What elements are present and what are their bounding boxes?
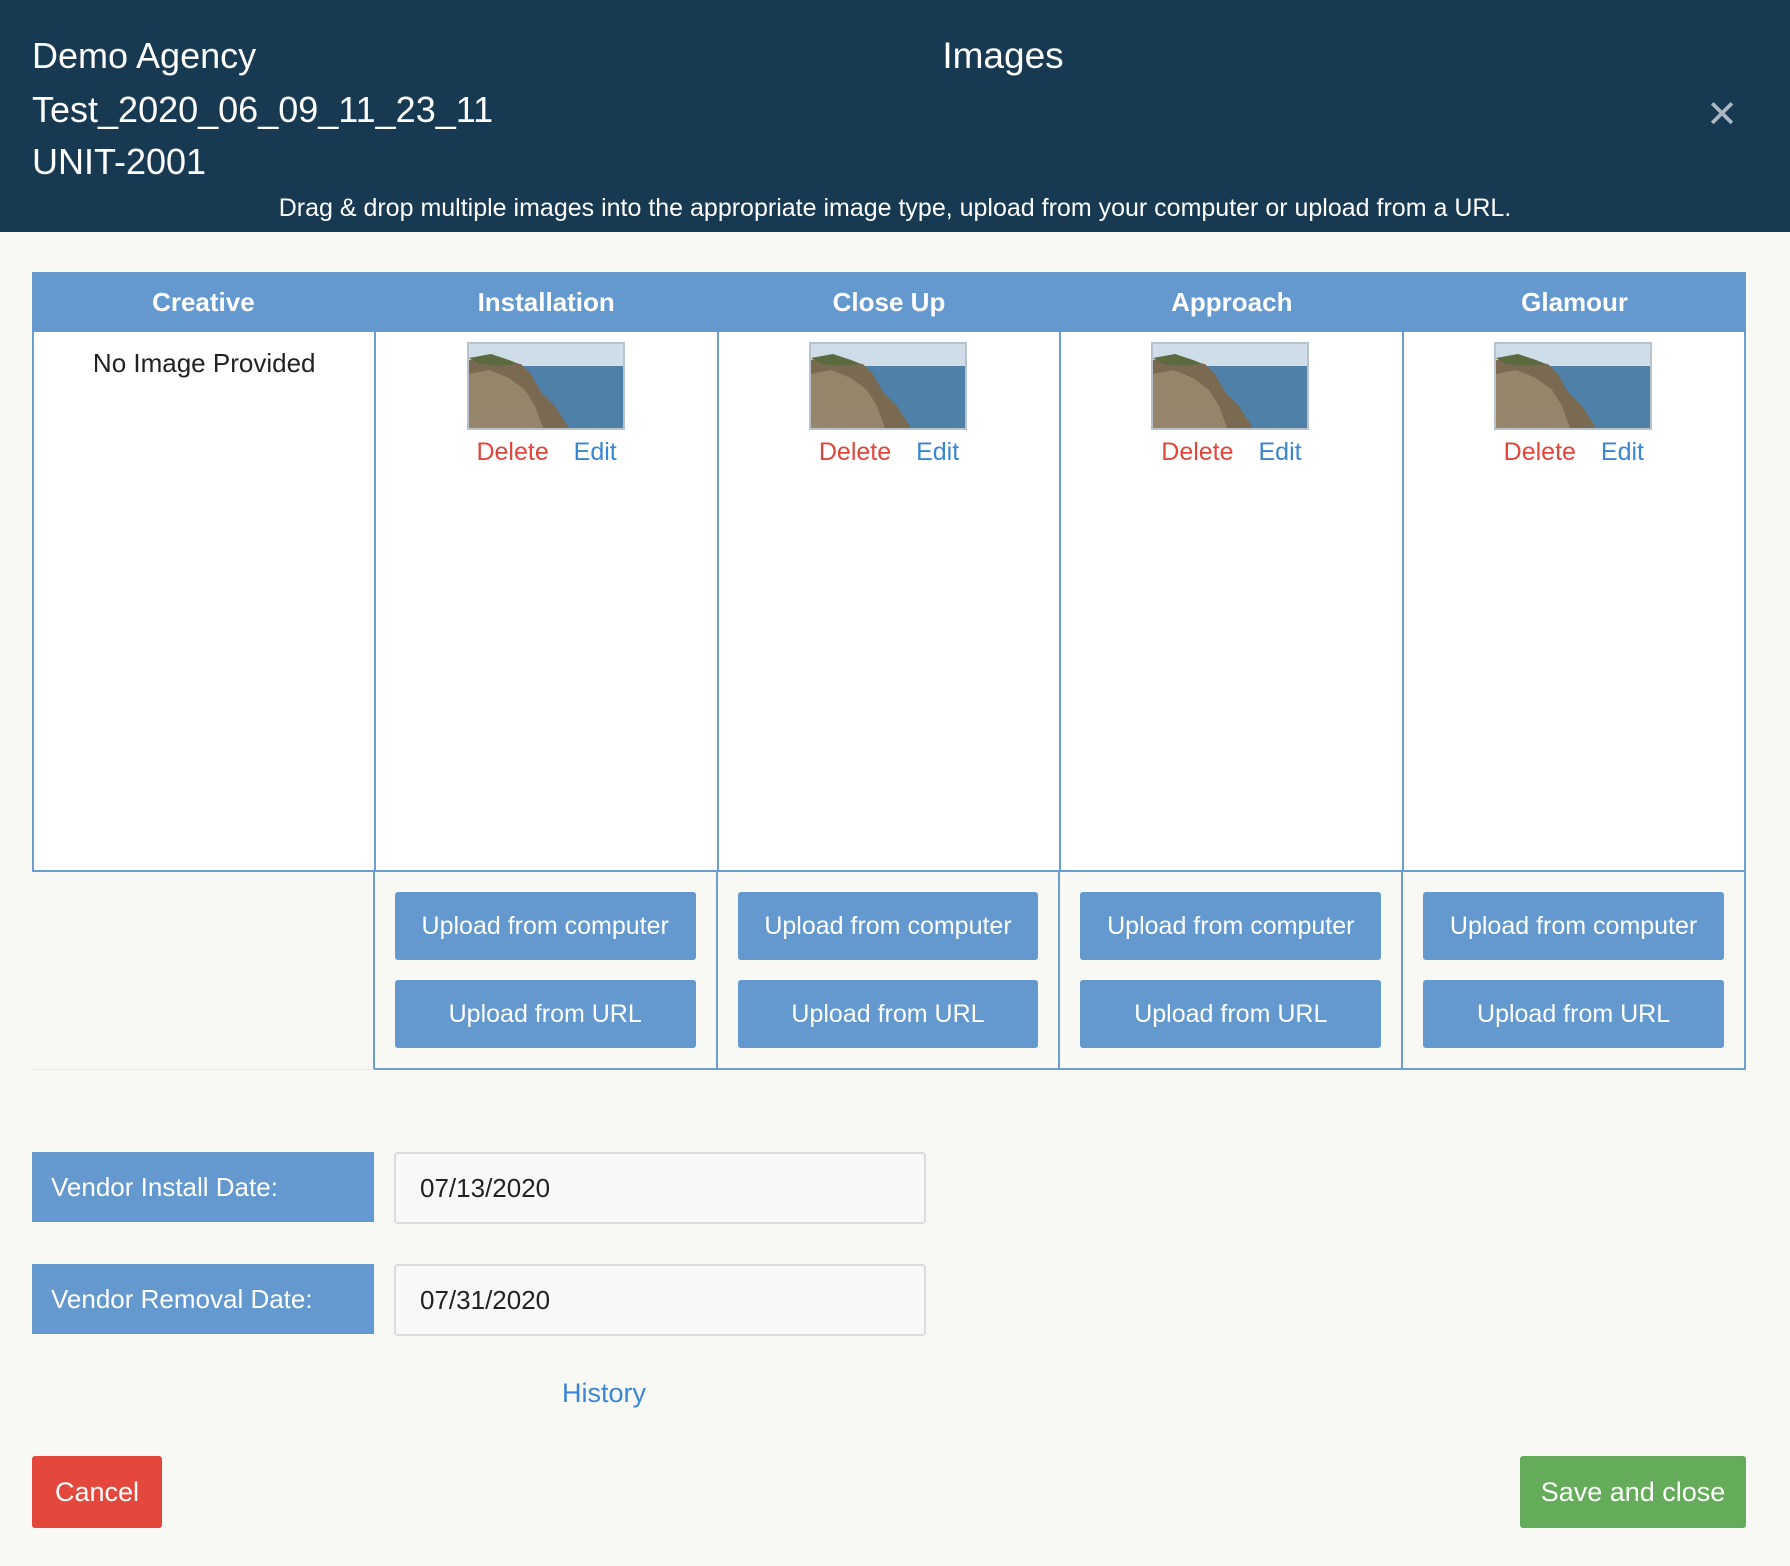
image-thumbnail[interactable] (466, 342, 625, 430)
cancel-button[interactable]: Cancel (32, 1456, 162, 1528)
image-actions: Delete Edit (376, 438, 716, 467)
unit-id: UNIT-2001 (32, 141, 207, 182)
vendor-install-date-input[interactable] (394, 1152, 926, 1224)
upload-cell-glamour: Upload from computer Upload from URL (1403, 872, 1746, 1070)
history-link[interactable]: History (562, 1378, 646, 1409)
upload-row: Upload from computer Upload from URL Upl… (32, 872, 1746, 1070)
edit-link[interactable]: Edit (916, 438, 959, 466)
dropzone-creative[interactable]: No Image Provided (34, 332, 377, 870)
landscape-photo-icon (1153, 344, 1308, 428)
no-image-text: No Image Provided (92, 348, 316, 378)
landscape-photo-icon (811, 344, 966, 428)
vendor-removal-date-label: Vendor Removal Date: (32, 1264, 374, 1334)
dropzone-approach[interactable]: Delete Edit (1061, 332, 1404, 870)
save-and-close-button[interactable]: Save and close (1520, 1456, 1746, 1528)
grid-header: Creative Installation Close Up Approach … (32, 272, 1746, 332)
edit-link[interactable]: Edit (1601, 438, 1644, 466)
upload-from-computer-button[interactable]: Upload from computer (737, 892, 1039, 960)
upload-from-url-button[interactable]: Upload from URL (1080, 980, 1382, 1048)
dropzone-installation[interactable]: Delete Edit (376, 332, 719, 870)
column-header-approach: Approach (1171, 286, 1293, 317)
upload-from-url-button[interactable]: Upload from URL (1423, 980, 1724, 1048)
dropzone-glamour[interactable]: Delete Edit (1404, 332, 1744, 870)
image-actions: Delete Edit (1061, 438, 1401, 467)
upload-cell-approach: Upload from computer Upload from URL (1060, 872, 1404, 1070)
column-header-creative: Creative (152, 286, 255, 317)
delete-link[interactable]: Delete (476, 438, 548, 466)
upload-from-computer-button[interactable]: Upload from computer (1080, 892, 1382, 960)
image-thumbnail[interactable] (1493, 342, 1652, 430)
upload-cell-creative (32, 872, 375, 1070)
delete-link[interactable]: Delete (1504, 438, 1576, 466)
upload-from-url-button[interactable]: Upload from URL (737, 980, 1039, 1048)
image-actions: Delete Edit (719, 438, 1059, 467)
modal-header: Demo Agency Test_2020_06_09_11_23_11 UNI… (0, 0, 1790, 232)
landscape-photo-icon (1495, 344, 1650, 428)
vendor-install-date-label: Vendor Install Date: (32, 1152, 374, 1222)
vendor-removal-date-input[interactable] (394, 1264, 926, 1336)
campaign-name: Test_2020_06_09_11_23_11 (32, 89, 494, 130)
upload-from-computer-button[interactable]: Upload from computer (394, 892, 696, 960)
upload-from-url-button[interactable]: Upload from URL (394, 980, 696, 1048)
column-header-close-up: Close Up (832, 286, 946, 317)
upload-cell-installation: Upload from computer Upload from URL (374, 872, 718, 1070)
upload-from-computer-button[interactable]: Upload from computer (1423, 892, 1724, 960)
column-header-glamour: Glamour (1521, 286, 1629, 317)
landscape-photo-icon (468, 344, 623, 428)
edit-link[interactable]: Edit (574, 438, 617, 466)
modal-title: Images (942, 35, 1064, 76)
upload-cell-close-up: Upload from computer Upload from URL (717, 872, 1061, 1070)
dropzone-close-up[interactable]: Delete Edit (719, 332, 1062, 870)
column-header-installation: Installation (477, 286, 615, 317)
image-thumbnail[interactable] (1151, 342, 1310, 430)
image-type-grid: Creative Installation Close Up Approach … (32, 272, 1746, 1070)
grid-body: No Image Provided Delete Edit Delete Edi… (32, 332, 1746, 872)
image-actions: Delete Edit (1404, 438, 1744, 467)
instructions-text: Drag & drop multiple images into the app… (278, 194, 1512, 222)
edit-link[interactable]: Edit (1258, 438, 1301, 466)
close-icon[interactable]: ✕ (1706, 96, 1738, 134)
delete-link[interactable]: Delete (1161, 438, 1233, 466)
image-thumbnail[interactable] (809, 342, 968, 430)
delete-link[interactable]: Delete (819, 438, 891, 466)
